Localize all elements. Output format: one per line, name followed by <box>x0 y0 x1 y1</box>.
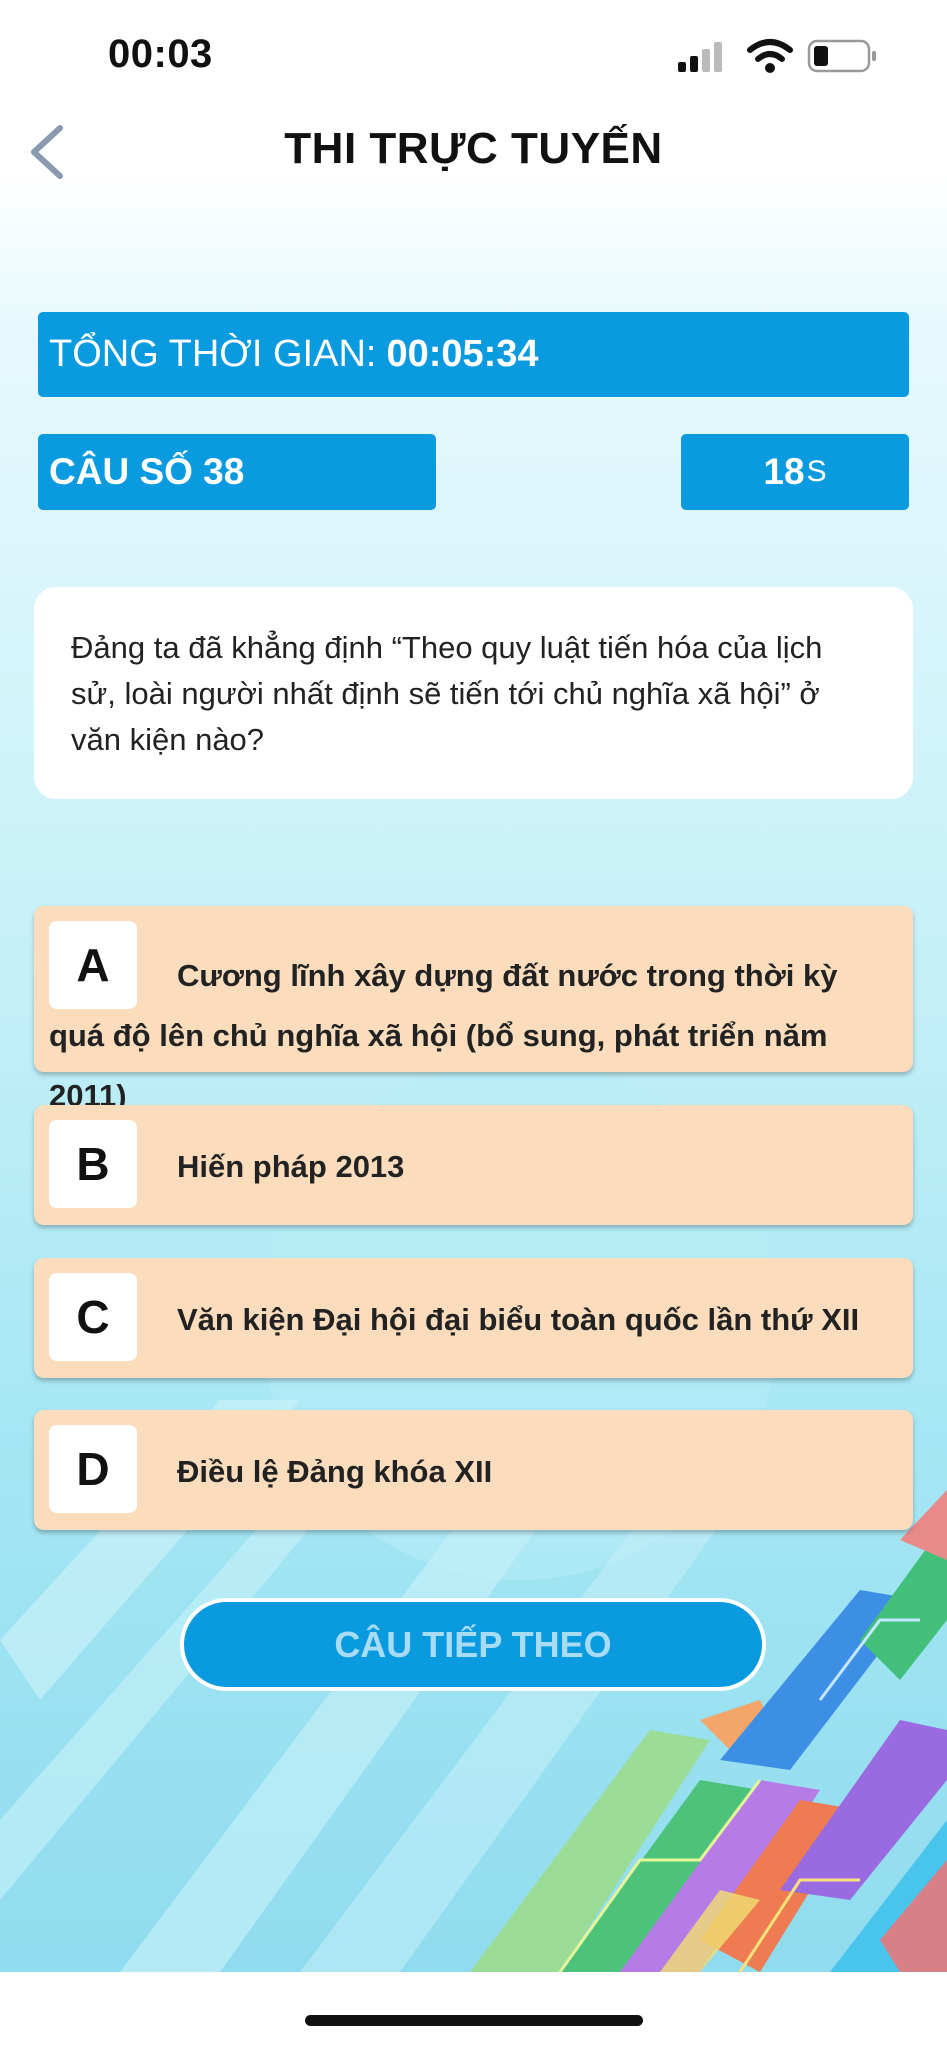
option-b[interactable]: B Hiến pháp 2013 <box>34 1105 913 1225</box>
option-a-text: Cương lĩnh xây dựng đất nước trong thời … <box>49 958 838 1113</box>
wifi-icon <box>747 39 793 73</box>
question-number: CÂU SỐ 38 <box>38 434 436 510</box>
option-a-letter: A <box>49 921 137 1009</box>
option-d-letter: D <box>49 1425 137 1513</box>
option-b-letter: B <box>49 1120 137 1208</box>
timer-unit: S <box>806 455 827 488</box>
total-time-value: 00:05:34 <box>386 333 539 375</box>
total-time-label: TỔNG THỜI GIAN: <box>49 333 377 375</box>
option-d[interactable]: D Điều lệ Đảng khóa XII <box>34 1410 913 1530</box>
home-indicator-area <box>0 1972 947 2048</box>
home-indicator[interactable] <box>305 2015 643 2026</box>
option-b-text: Hiến pháp 2013 <box>177 1149 405 1184</box>
next-question-button[interactable]: CÂU TIẾP THEO <box>180 1598 766 1691</box>
signal-icon <box>678 42 722 72</box>
option-c-letter: C <box>49 1273 137 1361</box>
timer-seconds: 18 <box>763 451 805 492</box>
question-text: Đảng ta đã khẳng định “Theo quy luật tiế… <box>71 630 823 757</box>
battery-icon <box>807 39 876 73</box>
option-c[interactable]: C Văn kiện Đại hội đại biểu toàn quốc lầ… <box>34 1258 913 1378</box>
option-d-text: Điều lệ Đảng khóa XII <box>177 1454 493 1489</box>
status-time: 00:03 <box>108 32 213 76</box>
option-a[interactable]: Cương lĩnh xây dựng đất nước trong thời … <box>34 906 913 1113</box>
total-time-bar: TỔNG THỜI GIAN: 00:05:34 <box>38 312 909 397</box>
question-card: Đảng ta đã khẳng định “Theo quy luật tiế… <box>34 587 913 799</box>
page-title: THI TRỰC TUYẾN <box>284 124 663 173</box>
question-timer: 18 S <box>681 434 909 510</box>
option-c-text: Văn kiện Đại hội đại biểu toàn quốc lần … <box>177 1302 860 1337</box>
status-icons <box>678 39 876 73</box>
